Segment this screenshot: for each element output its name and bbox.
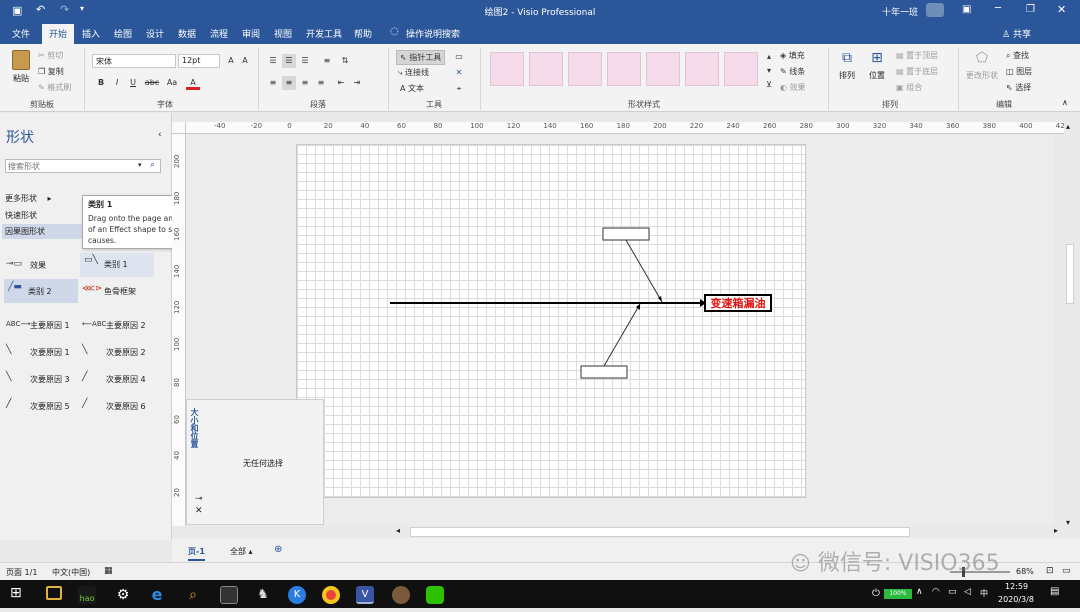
category-box-top: [602, 227, 650, 241]
visio-icon[interactable]: V: [356, 586, 374, 604]
notifications-icon[interactable]: ▤: [1050, 586, 1059, 597]
edge-browser-icon[interactable]: e: [148, 586, 166, 604]
add-page-icon[interactable]: ⊕: [274, 544, 282, 555]
page-tab-current[interactable]: 页-1: [188, 546, 205, 561]
language-indicator[interactable]: 中文(中国): [52, 567, 90, 578]
close-icon[interactable]: ✕: [195, 506, 203, 516]
wifi-icon[interactable]: ◠: [932, 587, 940, 597]
clock-date[interactable]: 2020/3/8: [998, 595, 1034, 604]
wechat-watermark: ☺ 微信号: VISIO365: [790, 551, 1000, 576]
chrome-icon[interactable]: [322, 586, 340, 604]
switch-windows-icon[interactable]: ▭: [1062, 566, 1071, 576]
fox-app-icon[interactable]: ♞: [254, 586, 272, 604]
settings-icon[interactable]: ⚙: [114, 586, 132, 604]
fit-page-icon[interactable]: ⊡: [1046, 566, 1054, 576]
tray-chevron-icon[interactable]: ∧: [916, 587, 923, 597]
volume-icon[interactable]: ◁: [964, 587, 971, 597]
calculator-icon[interactable]: [220, 586, 238, 604]
category-bone-bottom: [603, 303, 641, 367]
wechat-icon[interactable]: [426, 586, 444, 604]
scroll-up-icon[interactable]: ▴: [1066, 122, 1070, 131]
pin-icon[interactable]: ⊸: [195, 494, 203, 504]
page-indicator[interactable]: 页面 1/1: [6, 567, 37, 578]
fishbone-diagram: 变速箱漏油: [390, 227, 772, 379]
zoom-level[interactable]: 68%: [1016, 567, 1034, 576]
size-panel-message: 无任何选择: [243, 459, 283, 468]
size-position-panel: 大小和位置 无任何选择 ⊸ ✕: [186, 399, 324, 525]
all-pages-button[interactable]: 全部 ▴: [230, 546, 253, 557]
macro-icon[interactable]: ▦: [104, 566, 113, 576]
effect-label: 变速箱漏油: [711, 296, 766, 310]
wechat-watermark-icon: ☺: [790, 551, 811, 575]
power-icon[interactable]: ⏻: [872, 588, 880, 599]
scroll-down-icon[interactable]: ▾: [1066, 518, 1070, 527]
category-bone-top: [625, 239, 663, 303]
game-app-icon[interactable]: [392, 586, 410, 604]
search-app-icon[interactable]: ⌕: [184, 586, 202, 604]
category-box-bottom: [580, 365, 628, 379]
battery-indicator[interactable]: 100%: [884, 589, 912, 599]
scroll-right-icon[interactable]: ▸: [1054, 526, 1058, 535]
clock-time[interactable]: 12:59: [1005, 582, 1028, 591]
vertical-scrollbar[interactable]: [1066, 244, 1074, 304]
task-view-icon[interactable]: [46, 586, 62, 600]
hao-app-icon[interactable]: hao: [78, 586, 96, 604]
network-icon[interactable]: ▭: [948, 587, 957, 597]
size-panel-title: 大小和位置: [190, 408, 199, 448]
k-app-icon[interactable]: K: [288, 586, 306, 604]
scroll-left-icon[interactable]: ◂: [396, 526, 400, 535]
windows-start-icon[interactable]: ⊞: [10, 585, 22, 601]
ime-indicator[interactable]: 中: [980, 588, 988, 599]
horizontal-scrollbar[interactable]: [410, 527, 910, 537]
